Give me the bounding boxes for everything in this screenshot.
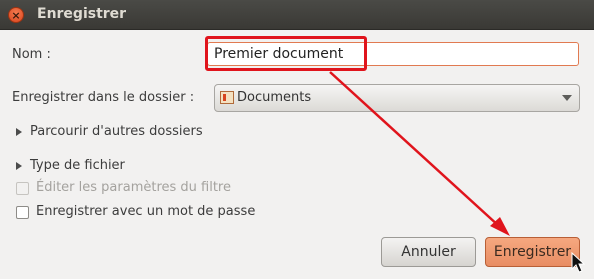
password-label: Enregistrer avec un mot de passe [36, 204, 256, 219]
file-type-label: Type de fichier [30, 158, 125, 173]
dialog-title: Enregistrer [37, 6, 127, 22]
chevron-down-icon [562, 95, 572, 101]
expander-arrow-icon [16, 128, 22, 136]
documents-folder-icon [220, 91, 234, 104]
save-dialog: × Enregistrer Nom : Premier document Enr… [0, 0, 594, 279]
annotation-highlight-box [205, 36, 367, 71]
close-icon[interactable]: × [8, 7, 24, 23]
folder-dropdown-value: Documents [237, 90, 312, 105]
name-label: Nom : [12, 47, 51, 62]
cancel-button[interactable]: Annuler [381, 237, 476, 267]
browse-folders-label: Parcourir d'autres dossiers [30, 124, 203, 139]
folder-dropdown[interactable]: Documents [214, 84, 580, 112]
mouse-cursor-icon [571, 252, 585, 273]
edit-filter-checkbox [16, 182, 29, 195]
password-checkbox[interactable] [16, 206, 29, 219]
save-button[interactable]: Enregistrer [485, 237, 580, 267]
expander-arrow-icon [16, 162, 22, 170]
folder-label: Enregistrer dans le dossier : [12, 90, 195, 105]
edit-filter-label: Éditer les paramètres du filtre [36, 180, 231, 195]
title-bar[interactable]: × Enregistrer [0, 0, 594, 30]
annotation-arrow-head [490, 217, 510, 236]
